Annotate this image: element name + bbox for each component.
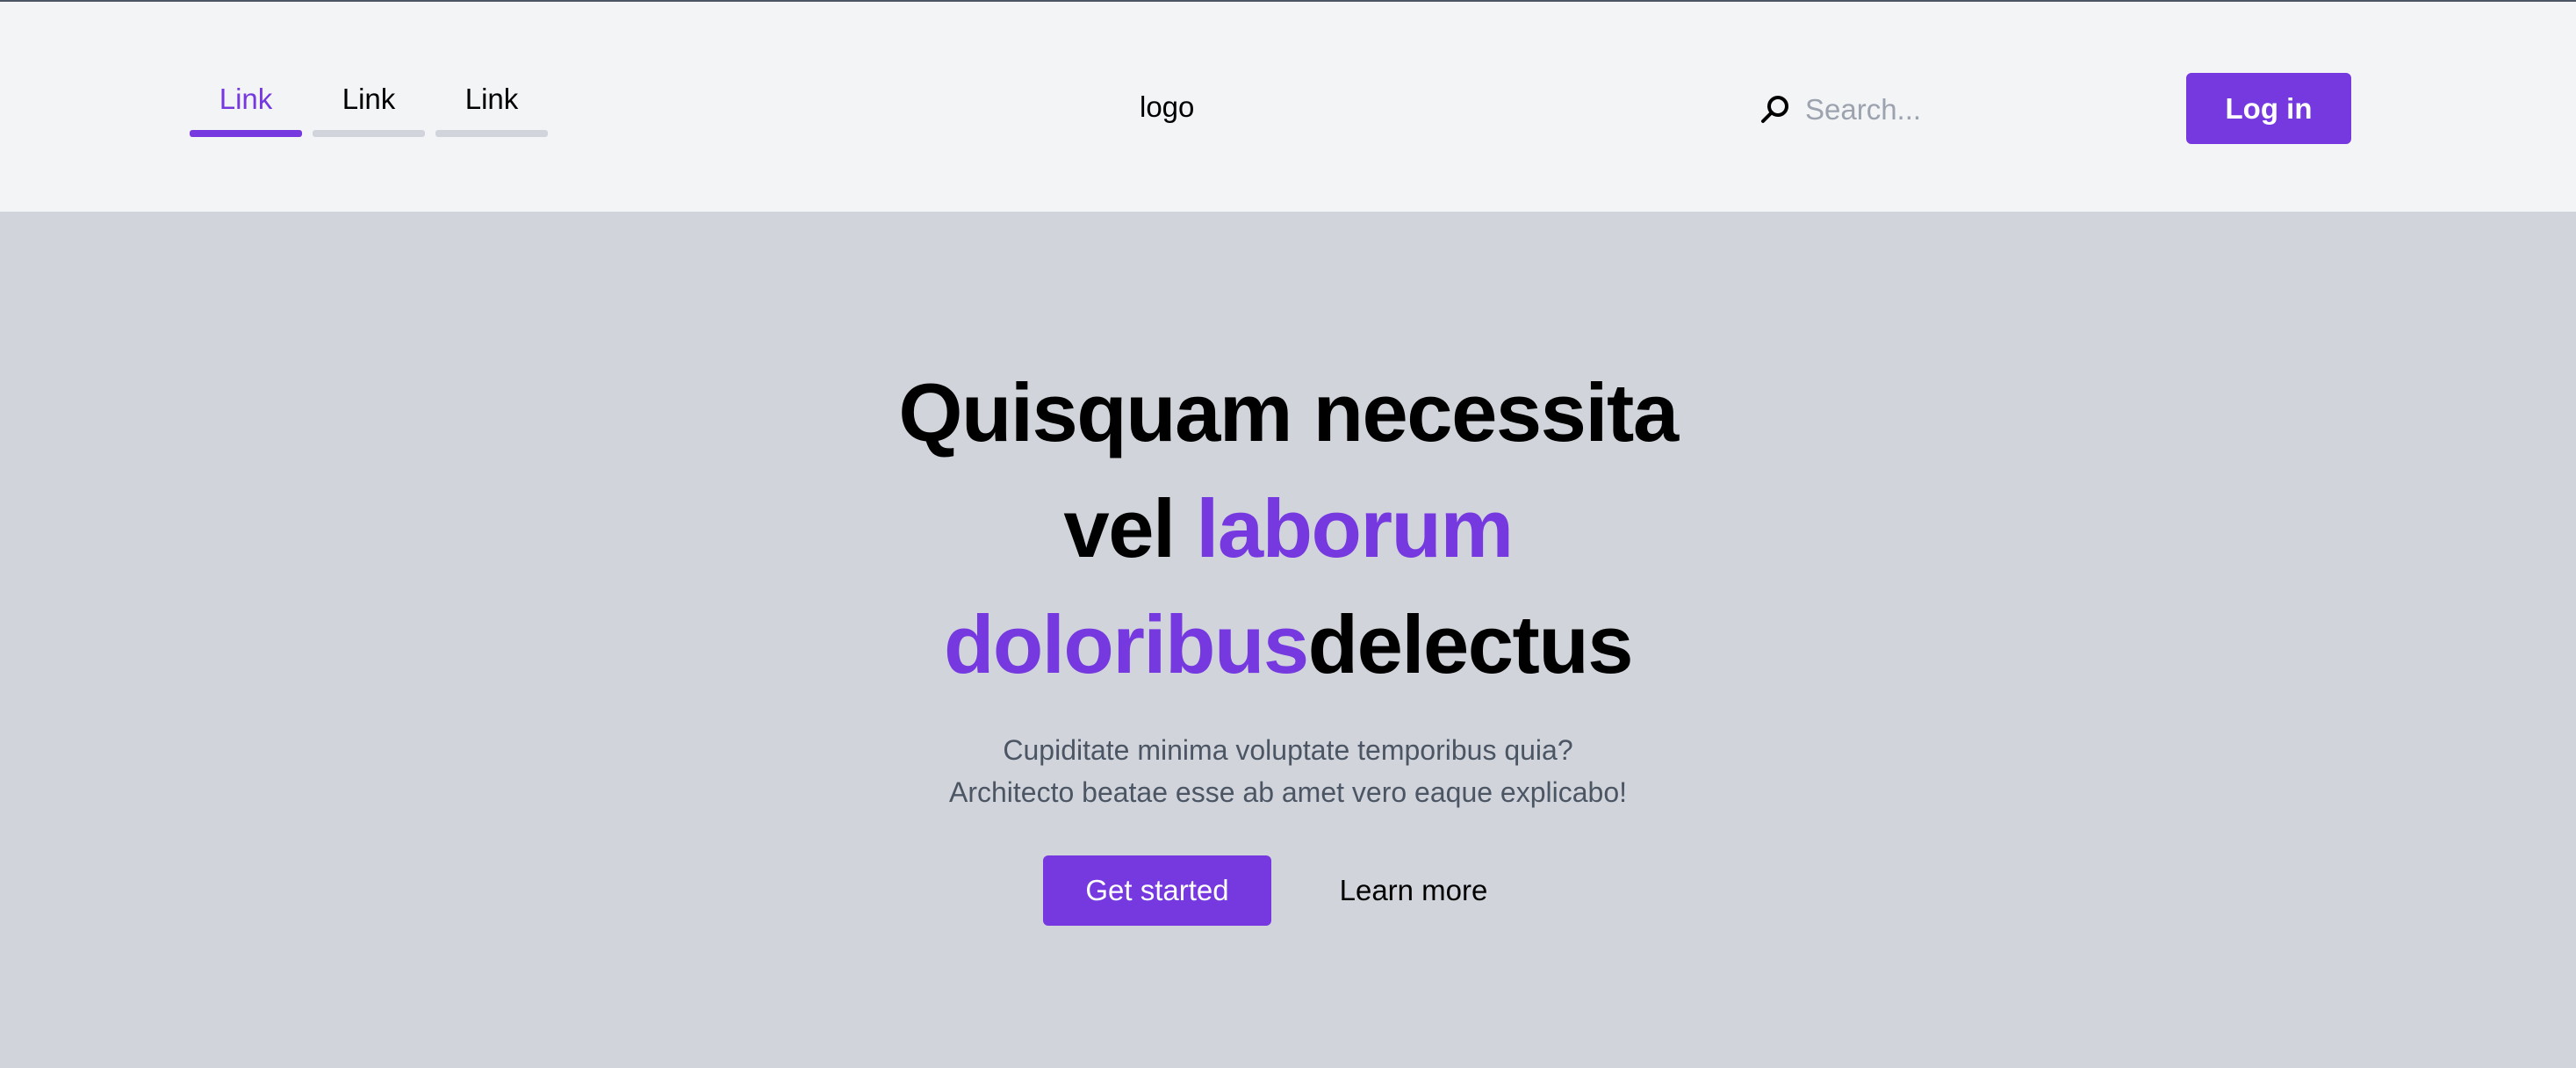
hero-title-line1: Quisquam necessita — [898, 366, 1679, 458]
search-input[interactable] — [1805, 93, 2069, 126]
nav-link-1[interactable]: Link — [190, 83, 302, 137]
nav-link-label: Link — [219, 83, 273, 115]
hero-subtitle-line2: Architecto beatae esse ab amet vero eaqu… — [948, 776, 1628, 808]
hero-subtitle: Cupiditate minima voluptate temporibus q… — [761, 729, 1815, 813]
site-header: Link Link Link logo Log in — [0, 2, 2576, 212]
search-icon[interactable] — [1758, 92, 1793, 127]
hero-title-line3-plain: delectus — [1307, 598, 1634, 690]
hero-title-line2-accent: laborum — [1196, 482, 1514, 574]
nav-link-label: Link — [464, 83, 519, 115]
nav-link-label: Link — [342, 83, 396, 115]
nav-link-underline — [313, 130, 425, 137]
logo[interactable]: logo — [1140, 90, 1194, 124]
login-button[interactable]: Log in — [2186, 73, 2351, 144]
nav-link-3[interactable]: Link — [435, 83, 548, 137]
nav-link-2[interactable]: Link — [313, 83, 425, 137]
get-started-button[interactable]: Get started — [1043, 855, 1271, 926]
hero-subtitle-line1: Cupiditate minima voluptate temporibus q… — [1003, 734, 1573, 766]
hero-title: Quisquam necessita vel laborum doloribus… — [761, 355, 1815, 703]
nav-links: Link Link Link — [190, 83, 548, 137]
search-box — [1758, 86, 2091, 134]
learn-more-link[interactable]: Learn more — [1317, 855, 1510, 926]
nav-link-active-underline — [190, 130, 302, 137]
nav-link-underline — [435, 130, 548, 137]
hero-title-line2-plain: vel — [1063, 482, 1176, 574]
hero-title-line3-accent: doloribus — [943, 598, 1309, 690]
